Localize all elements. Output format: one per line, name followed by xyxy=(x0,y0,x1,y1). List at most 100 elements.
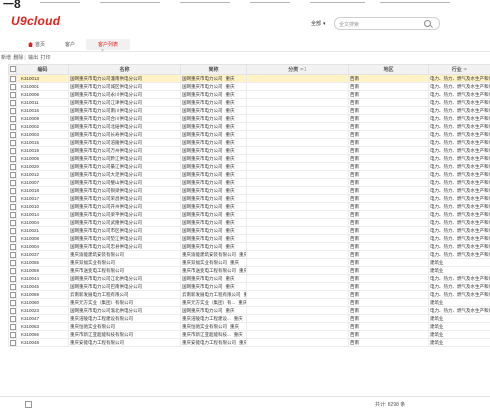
table-row[interactable]: K310005国网重庆市电力公司黔江供电分公司国网重庆市电力公司重庆西南电力、热… xyxy=(9,155,490,163)
row-checkbox[interactable] xyxy=(9,339,17,347)
cell-name: 重庆渝能建筑安装有限公司 xyxy=(69,251,181,259)
row-checkbox[interactable] xyxy=(9,163,17,171)
cell-industry-text: 建筑业 xyxy=(430,340,444,345)
table-row[interactable]: K310019国网重庆市电力公司万州供电分公司国网重庆市电力公司重庆西南电力、热… xyxy=(9,147,490,155)
cell-industry-text: 电力、热力、燃气及水生产和供应业 xyxy=(430,276,490,281)
row-checkbox[interactable] xyxy=(9,315,17,323)
row-checkbox[interactable] xyxy=(9,155,17,163)
col-header-abbr[interactable]: 简称 xyxy=(181,65,247,75)
table-row[interactable]: K310001国网重庆市电力公司城区供电分公司国网重庆市电力公司重庆西南电力、热… xyxy=(9,83,490,91)
export-button[interactable]: 输出 xyxy=(28,55,38,61)
table-row[interactable]: K310013国网重庆市电力公司潼南供电分公司国网重庆市电力公司重庆西南电力、热… xyxy=(9,75,490,83)
col-header-code[interactable]: 编码 xyxy=(17,65,69,75)
col-header-industry[interactable]: 行业 ≑ xyxy=(429,65,490,75)
search-input[interactable]: 全文搜索 xyxy=(334,17,440,30)
row-checkbox[interactable] xyxy=(9,267,17,275)
row-checkbox[interactable] xyxy=(9,91,17,99)
table-row[interactable]: K310060重庆元方实业（集团）有限公司重庆元方实业（集团）有...重庆西南建… xyxy=(9,299,490,307)
row-checkbox[interactable] xyxy=(9,243,17,251)
table-row[interactable]: K310007国网重庆市电力公司璧山供电分公司国网重庆市电力公司重庆西南电力、热… xyxy=(9,179,490,187)
table-row[interactable]: K310055重庆双福实业有限公司重庆双福实业有限公司重庆西南建筑业 xyxy=(9,259,490,267)
row-checkbox[interactable] xyxy=(9,123,17,131)
table-row[interactable]: K310063重庆恒驰实业有限公司重庆恒驰实业有限公司重庆西南建筑业 xyxy=(9,323,490,331)
checkbox-icon xyxy=(10,276,16,282)
table-row[interactable]: K310006国网重庆市电力公司永川供电分公司国网重庆市电力公司重庆西南电力、热… xyxy=(9,91,490,99)
cell-name: 国网重庆市电力公司合川供电分公司 xyxy=(69,115,181,123)
row-checkbox[interactable] xyxy=(9,171,17,179)
table-row[interactable]: K310018国网重庆市电力公司铜梁供电分公司国网重庆市电力公司重庆西南电力、热… xyxy=(9,187,490,195)
row-checkbox[interactable] xyxy=(9,211,17,219)
table-row[interactable]: K310002国网重庆市电力公司北碚供电分公司国网重庆市电力公司重庆西南电力、热… xyxy=(9,123,490,131)
table-row[interactable]: K310066重庆市新江亚超能科技有限公司重庆市新江亚超能科技...重庆西南建筑… xyxy=(9,331,490,339)
row-checkbox[interactable] xyxy=(9,179,17,187)
table-row[interactable]: K310014国网重庆市电力公司梁平供电分公司国网重庆市电力公司重庆西南电力、热… xyxy=(9,211,490,219)
row-checkbox[interactable] xyxy=(9,227,17,235)
col-header-category[interactable]: 分类 ≑1 xyxy=(247,65,349,75)
print-button[interactable]: 打印 xyxy=(41,55,51,61)
table-row[interactable]: K310009国网重庆市电力公司合川供电分公司国网重庆市电力公司重庆西南电力、热… xyxy=(9,115,490,123)
table-row[interactable]: K310012国网重庆市电力公司大足供电分公司国网重庆市电力公司重庆西南电力、热… xyxy=(9,171,490,179)
row-checkbox[interactable] xyxy=(9,203,17,211)
tab-customer[interactable]: 客户 xyxy=(65,41,75,48)
table-row[interactable]: K310047重庆涪陵电力工程建设有限公司重庆涪陵电力工程建设...重庆西南建筑… xyxy=(9,315,490,323)
table-row[interactable]: K310021国网重庆市电力公司市区供电分公司国网重庆市电力公司重庆西南电力、热… xyxy=(9,227,490,235)
row-checkbox[interactable] xyxy=(9,291,17,299)
cell-industry-text: 电力、热力、燃气及水生产和供应业 xyxy=(430,108,490,113)
search-scope-select[interactable]: 全部 ▾ xyxy=(311,20,326,27)
select-all-checkbox[interactable] xyxy=(9,65,17,75)
row-checkbox[interactable] xyxy=(9,139,17,147)
add-button[interactable]: 新增 xyxy=(1,55,11,61)
table-row[interactable]: K310020国网重庆市电力公司綦江供电分公司国网重庆市电力公司重庆西南电力、热… xyxy=(9,163,490,171)
row-checkbox[interactable] xyxy=(9,235,17,243)
table-row[interactable]: K310045国网重庆市电力公司巴南供电分公司国网重庆市电力公司重庆西南电力、热… xyxy=(9,283,490,291)
table-row[interactable]: K310008国网重庆市电力公司垫江供电分公司国网重庆市电力公司重庆西南电力、热… xyxy=(9,235,490,243)
table-row[interactable]: K310003国网重庆市电力公司长寿供电分公司国网重庆市电力公司重庆西南电力、热… xyxy=(9,131,490,139)
table-row[interactable]: K310017国网重庆市电力公司荣昌供电分公司国网重庆市电力公司重庆西南电力、热… xyxy=(9,195,490,203)
row-checkbox[interactable] xyxy=(9,107,17,115)
delete-button[interactable]: 删除 xyxy=(13,55,23,61)
row-checkbox[interactable] xyxy=(9,131,17,139)
row-checkbox[interactable] xyxy=(9,83,17,91)
row-checkbox[interactable] xyxy=(9,331,17,339)
cell-industry-text: 电力、热力、燃气及水生产和供应业 xyxy=(430,164,490,169)
row-checkbox[interactable] xyxy=(9,259,17,267)
row-checkbox[interactable] xyxy=(9,275,17,283)
table-row[interactable]: K310023国网重庆市电力公司渝北供电分公司国网重庆市电力公司重庆西南电力、热… xyxy=(9,307,490,315)
row-checkbox[interactable] xyxy=(9,299,17,307)
row-checkbox[interactable] xyxy=(9,187,17,195)
sort-icon[interactable]: ≑ xyxy=(463,67,467,73)
checkbox-icon xyxy=(10,268,16,274)
row-checkbox[interactable] xyxy=(9,99,17,107)
col-header-region[interactable]: 地区 xyxy=(349,65,429,75)
table-row[interactable]: K310004国网重庆市电力公司武隆供电分公司国网重庆市电力公司重庆西南电力、热… xyxy=(9,219,490,227)
tab-home[interactable]: 首页 xyxy=(28,41,45,48)
row-checkbox[interactable] xyxy=(9,195,17,203)
table-row[interactable]: K310011国网重庆市电力公司江津供电分公司国网重庆市电力公司重庆西南电力、热… xyxy=(9,99,490,107)
sort-icon[interactable]: ≑1 xyxy=(300,67,307,73)
search-icon[interactable] xyxy=(424,20,431,27)
table-row[interactable]: K310010国网重庆市电力公司开州供电分公司国网重庆市电力公司重庆西南电力、热… xyxy=(9,203,490,211)
table-row[interactable]: K310059重庆市送变电工程有限公司重庆市送变电工程有限公司重庆西南建筑业 xyxy=(9,267,490,275)
row-checkbox[interactable] xyxy=(9,283,17,291)
row-checkbox[interactable] xyxy=(9,75,17,83)
cell-abbr: 国网重庆市电力公司重庆 xyxy=(181,307,247,315)
table-row[interactable]: K310015国网重庆市电力公司涪陵供电分公司国网重庆市电力公司重庆西南电力、热… xyxy=(9,139,490,147)
row-checkbox[interactable] xyxy=(9,323,17,331)
row-checkbox[interactable] xyxy=(9,147,17,155)
col-header-name[interactable]: 名称 xyxy=(69,65,181,75)
footer-checkbox[interactable] xyxy=(25,401,32,408)
row-checkbox[interactable] xyxy=(9,251,17,259)
table-row[interactable]: K310004国网重庆市电力公司忠县供电分公司国网重庆市电力公司重庆西南电力、热… xyxy=(9,243,490,251)
close-icon[interactable]: × xyxy=(101,48,104,54)
row-checkbox[interactable] xyxy=(9,115,17,123)
cell-city-text: 重庆 xyxy=(226,76,235,81)
row-checkbox[interactable] xyxy=(9,307,17,315)
table-row[interactable]: K310016国网重庆市电力公司南川供电分公司国网重庆市电力公司重庆西南电力、热… xyxy=(9,107,490,115)
tab-customer-list[interactable]: 客户列表× xyxy=(86,39,130,50)
cell-category xyxy=(247,299,349,307)
table-row[interactable]: K310037重庆渝能建筑安装有限公司重庆渝能建筑安装有限公司重庆西南电力、热力… xyxy=(9,251,490,259)
row-checkbox[interactable] xyxy=(9,219,17,227)
table-row[interactable]: K310044国网重庆市电力公司江北供电分公司国网重庆市电力公司重庆西南电力、热… xyxy=(9,275,490,283)
table-row[interactable]: K310069云南新发展电力工程有限公司云南新发展电力工程有限公司重庆西南电力、… xyxy=(9,291,490,299)
table-row[interactable]: K310048重庆安能电力工程有限公司重庆安能电力工程有限公司重庆西南建筑业 xyxy=(9,339,490,347)
